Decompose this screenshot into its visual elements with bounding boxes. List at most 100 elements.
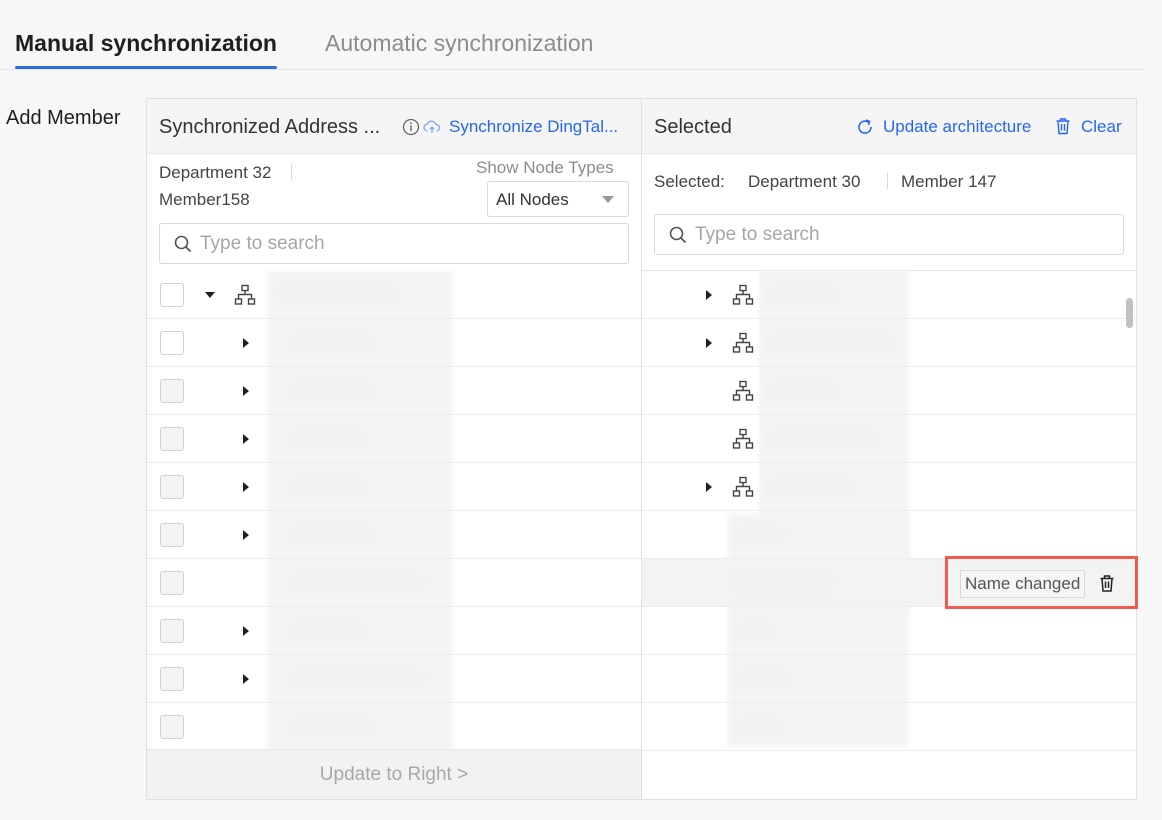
- clear-link[interactable]: Clear: [1081, 117, 1122, 137]
- expand-arrow-icon[interactable]: [243, 386, 249, 396]
- tree-row[interactable]: [147, 655, 641, 703]
- info-icon[interactable]: [402, 118, 420, 136]
- row-checkbox[interactable]: [160, 715, 184, 739]
- selected-tree-row[interactable]: [642, 319, 1136, 367]
- source-search-box[interactable]: [159, 223, 629, 264]
- blurred-name: [767, 334, 897, 350]
- blurred-name: [767, 478, 852, 494]
- tree-row[interactable]: [147, 367, 641, 415]
- expand-arrow-icon[interactable]: [243, 626, 249, 636]
- scrollbar-thumb[interactable]: [1126, 298, 1133, 328]
- source-panel-footer: Update to Right >: [147, 749, 641, 799]
- refresh-icon[interactable]: [856, 118, 874, 136]
- expand-arrow-icon[interactable]: [243, 674, 249, 684]
- row-checkbox[interactable]: [160, 667, 184, 691]
- row-checkbox[interactable]: [160, 523, 184, 547]
- tree-row[interactable]: [147, 559, 641, 607]
- tree-row[interactable]: [147, 415, 641, 463]
- name-changed-tag: Name changed: [960, 570, 1086, 598]
- source-search-input[interactable]: [200, 230, 460, 258]
- org-structure-icon: [234, 284, 256, 305]
- tab-bar: Manual synchronization Automatic synchro…: [0, 0, 1145, 70]
- row-checkbox[interactable]: [160, 379, 184, 403]
- delete-icon[interactable]: [1099, 574, 1115, 593]
- selected-search-input[interactable]: [695, 221, 955, 249]
- chevron-down-icon: [602, 196, 614, 203]
- selected-panel-title: Selected: [654, 116, 732, 138]
- blurred-name: [287, 382, 377, 398]
- stat-divider: [291, 164, 292, 180]
- blurred-name: [767, 286, 837, 302]
- search-icon: [174, 235, 192, 253]
- expand-arrow-icon[interactable]: [243, 434, 249, 444]
- selected-tree-row[interactable]: [642, 271, 1136, 319]
- expand-arrow-icon[interactable]: [706, 290, 712, 300]
- show-node-types-label: Show Node Types: [476, 158, 614, 177]
- blurred-name: [287, 430, 367, 446]
- tab-manual-synchronization[interactable]: Manual synchronization: [15, 30, 277, 57]
- expand-arrow-icon[interactable]: [243, 530, 249, 540]
- stat-divider: [887, 173, 888, 189]
- selected-tree-row[interactable]: [642, 463, 1136, 511]
- expand-arrow-icon[interactable]: [243, 338, 249, 348]
- row-checkbox[interactable]: [160, 475, 184, 499]
- node-type-selected-value: All Nodes: [496, 190, 569, 209]
- tree-row[interactable]: [147, 511, 641, 559]
- synchronize-dingtalk-link[interactable]: Synchronize DingTal...: [449, 117, 618, 137]
- tree-row[interactable]: [147, 703, 641, 751]
- blurred-name: [287, 574, 427, 590]
- row-checkbox[interactable]: [160, 331, 184, 355]
- collapse-arrow-icon[interactable]: [205, 292, 215, 298]
- source-panel: Synchronized Address ... Synchronize Din…: [146, 98, 642, 800]
- selected-member-row[interactable]: [642, 655, 1136, 703]
- selected-department-count: Department 30: [748, 172, 861, 191]
- update-architecture-link[interactable]: Update architecture: [883, 117, 1031, 137]
- tree-row[interactable]: [147, 607, 641, 655]
- blurred-name: [737, 622, 777, 638]
- blurred-name: [277, 285, 397, 303]
- row-checkbox[interactable]: [160, 619, 184, 643]
- selected-label: Selected:: [654, 172, 725, 191]
- cloud-sync-icon[interactable]: [423, 118, 441, 136]
- active-tab-indicator: [15, 66, 277, 69]
- blurred-name: [287, 670, 427, 686]
- org-structure-icon: [732, 380, 754, 401]
- tree-row[interactable]: [147, 319, 641, 367]
- row-checkbox[interactable]: [160, 571, 184, 595]
- org-structure-icon: [732, 428, 754, 449]
- add-member-label: Add Member: [6, 107, 121, 129]
- selected-panel-header: Selected Update architecture Clear: [642, 99, 1136, 154]
- blurred-name: [287, 478, 367, 494]
- blurred-name: [737, 670, 792, 686]
- org-structure-icon: [732, 284, 754, 305]
- trash-icon[interactable]: [1055, 117, 1071, 135]
- source-panel-title: Synchronized Address ...: [159, 116, 381, 138]
- tree-row[interactable]: [147, 271, 641, 319]
- selected-search-box[interactable]: [654, 214, 1124, 255]
- blurred-name: [287, 718, 377, 734]
- search-icon: [669, 226, 687, 244]
- selected-member-row[interactable]: [642, 607, 1136, 655]
- expand-arrow-icon[interactable]: [706, 482, 712, 492]
- node-type-select[interactable]: All Nodes: [487, 181, 629, 217]
- member-count: Member158: [159, 190, 250, 209]
- blurred-name: [737, 526, 787, 542]
- tree-row[interactable]: [147, 463, 641, 511]
- expand-arrow-icon[interactable]: [706, 338, 712, 348]
- row-checkbox[interactable]: [160, 427, 184, 451]
- selected-tree-row[interactable]: [642, 415, 1136, 463]
- blurred-name: [737, 718, 782, 734]
- blurred-name: [287, 334, 377, 350]
- tab-automatic-synchronization[interactable]: Automatic synchronization: [325, 30, 593, 57]
- selected-member-row[interactable]: [642, 511, 1136, 559]
- selected-member-row[interactable]: [642, 703, 1136, 751]
- selected-member-count: Member 147: [901, 172, 997, 191]
- department-count: Department 32: [159, 163, 272, 182]
- blurred-name: [737, 574, 827, 590]
- row-checkbox[interactable]: [160, 283, 184, 307]
- org-structure-icon: [732, 332, 754, 353]
- selected-tree-row[interactable]: [642, 367, 1136, 415]
- update-to-right-button[interactable]: Update to Right >: [147, 750, 641, 800]
- expand-arrow-icon[interactable]: [243, 482, 249, 492]
- org-structure-icon: [732, 476, 754, 497]
